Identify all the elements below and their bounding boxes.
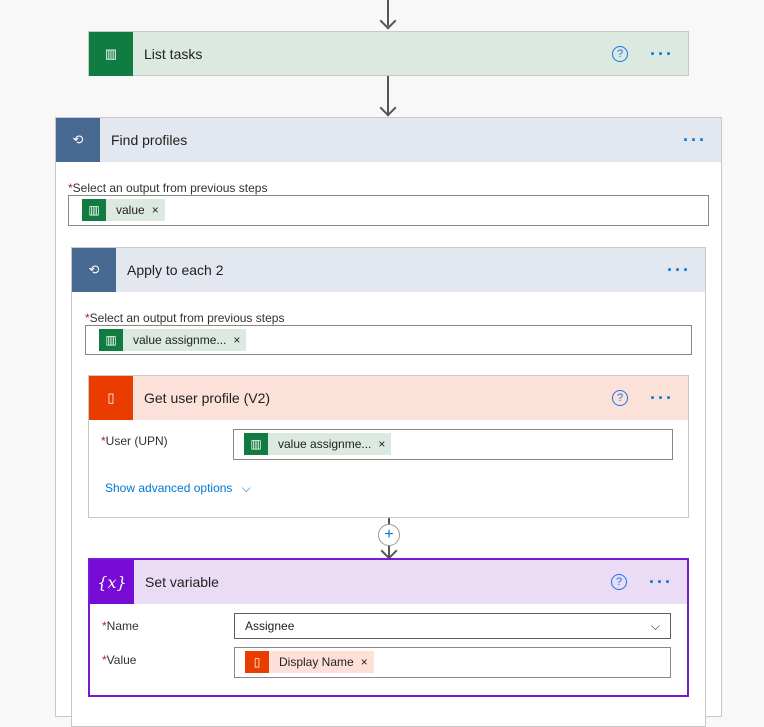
token-label: Display Name xyxy=(279,655,354,669)
user-upn-input[interactable]: ▥ value assignme... × xyxy=(233,429,673,460)
selected-value: Assignee xyxy=(245,619,295,633)
more-options-icon[interactable]: ··· xyxy=(650,389,674,407)
loop-icon: ⟲ xyxy=(56,118,100,162)
apply-to-each-card: ⟲ Apply to each 2 ··· *Select an output … xyxy=(71,247,706,727)
field-label: User (UPN) xyxy=(105,434,168,448)
variable-icon: {x} xyxy=(90,560,134,604)
card-title: Find profiles xyxy=(111,132,188,148)
arrow-icon xyxy=(379,99,397,117)
card-title: List tasks xyxy=(144,46,203,62)
link-label: Show advanced options xyxy=(105,481,233,495)
chevron-down-icon: ⌵ xyxy=(241,481,251,495)
field-label: Name xyxy=(106,619,139,633)
remove-token-icon[interactable]: × xyxy=(378,437,385,451)
more-options-icon[interactable]: ··· xyxy=(649,573,673,591)
get-user-profile-card: ▯ Get user profile (V2) ? ··· *User (UPN… xyxy=(88,375,689,518)
token-label: value xyxy=(116,203,145,217)
help-icon[interactable]: ? xyxy=(612,46,629,62)
remove-token-icon[interactable]: × xyxy=(361,655,368,669)
value-input[interactable]: ▯ Display Name × xyxy=(234,647,671,678)
arrow-icon xyxy=(379,12,397,30)
planner-icon: ▥ xyxy=(244,433,268,455)
arrow-icon xyxy=(380,542,398,560)
remove-token-icon[interactable]: × xyxy=(233,333,240,347)
output-input[interactable]: ▥ value × xyxy=(68,195,709,226)
set-variable-card: {x} Set variable ? ··· *Name Assignee ⌵ … xyxy=(88,558,689,697)
remove-token-icon[interactable]: × xyxy=(152,203,159,217)
more-options-icon[interactable]: ··· xyxy=(650,45,674,63)
show-advanced-options-link[interactable]: Show advanced options ⌵ xyxy=(105,481,251,496)
planner-icon: ▥ xyxy=(82,199,106,221)
chevron-down-icon: ⌵ xyxy=(650,618,660,633)
planner-icon: ▥ xyxy=(89,32,133,76)
planner-icon: ▥ xyxy=(99,329,123,351)
more-options-icon[interactable]: ··· xyxy=(667,261,691,279)
card-title: Apply to each 2 xyxy=(127,262,224,278)
field-label: Value xyxy=(106,653,137,667)
card-title: Get user profile (V2) xyxy=(144,390,271,406)
token-label: value assignme... xyxy=(133,333,227,347)
help-icon[interactable]: ? xyxy=(612,390,629,406)
card-title: Set variable xyxy=(145,574,219,590)
field-label: Select an output from previous steps xyxy=(72,181,268,195)
list-tasks-card[interactable]: ▥ List tasks ? ··· xyxy=(88,31,689,76)
office-icon: ▯ xyxy=(245,651,269,673)
more-options-icon[interactable]: ··· xyxy=(683,131,707,149)
output-input[interactable]: ▥ value assignme... × xyxy=(85,325,692,355)
office-icon: ▯ xyxy=(89,376,133,420)
find-profiles-card: ⟲ Find profiles ··· *Select an output fr… xyxy=(55,117,722,727)
name-dropdown[interactable]: Assignee ⌵ xyxy=(234,613,671,639)
field-label: Select an output from previous steps xyxy=(89,311,285,325)
token-label: value assignme... xyxy=(278,437,372,451)
help-icon[interactable]: ? xyxy=(611,574,628,590)
loop-icon: ⟲ xyxy=(72,248,116,292)
